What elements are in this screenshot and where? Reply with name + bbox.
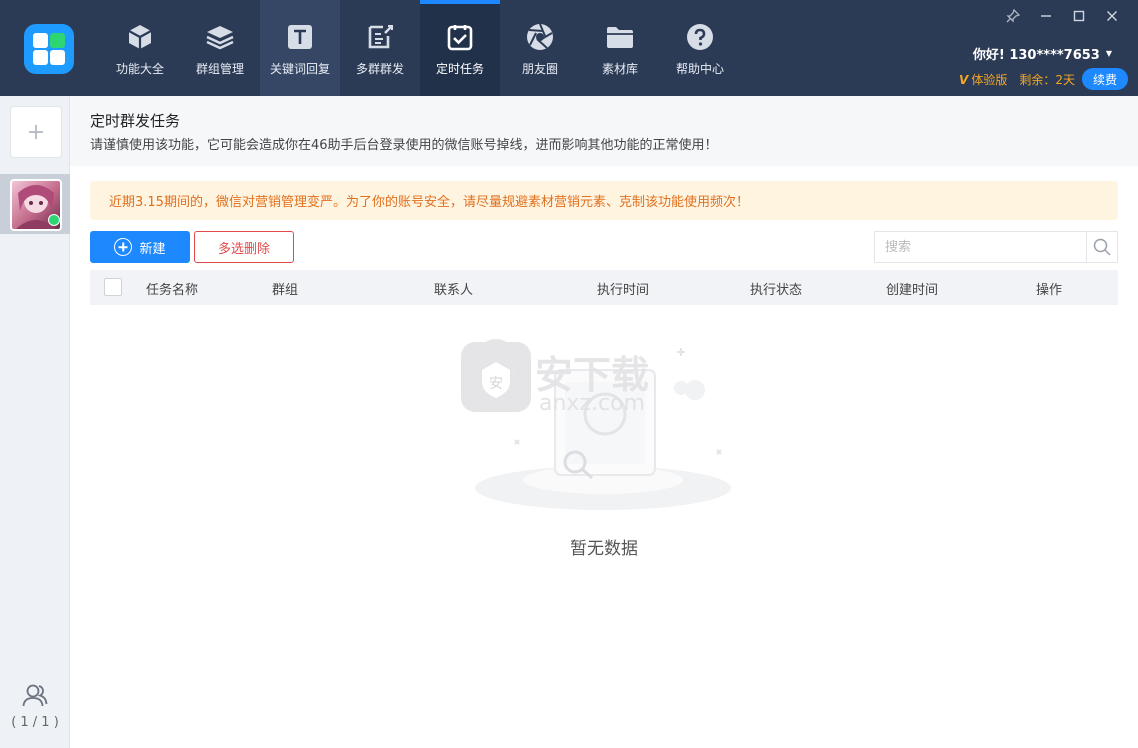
warning-notice: 近期3.15期间的，微信对营销管理变严。为了你的账号安全，请尽量规避素材营销元素… [90, 181, 1118, 220]
user-menu[interactable]: 你好! 130****7653 ▼ [973, 44, 1112, 63]
contacts-icon[interactable] [22, 682, 48, 708]
add-account-button[interactable]: + [10, 106, 62, 158]
edit-doc-icon [365, 22, 395, 52]
svg-text:anxz.com: anxz.com [539, 391, 645, 416]
table-header: 任务名称 群组 联系人 执行时间 执行状态 创建时间 操作 [90, 270, 1118, 305]
account-page-count: ( 1 / 1 ) [11, 715, 59, 730]
plan-info: V 体验版 剩余：2天 续费 [959, 68, 1128, 90]
multi-delete-button[interactable]: 多选删除 [194, 231, 294, 263]
nav-item-moments[interactable]: 朋友圈 [500, 0, 580, 96]
column-header-task-name: 任务名称 [146, 283, 199, 298]
chevron-down-icon: ▼ [1105, 49, 1112, 58]
account-item[interactable] [0, 174, 70, 234]
nav-label: 帮助中心 [675, 62, 724, 76]
nav-item-material-library[interactable]: 素材库 [580, 0, 660, 96]
nav-item-scheduled-tasks[interactable]: 定时任务 [420, 0, 500, 96]
main-nav: 功能大全 群组管理 关键词回复 多群群发 定时任务 朋友圈 素材库 帮助中心 [100, 0, 740, 96]
maximize-icon[interactable] [1062, 6, 1095, 26]
nav-label: 关键词回复 [269, 62, 330, 76]
app-logo [24, 24, 74, 74]
renew-button[interactable]: 续费 [1082, 68, 1128, 90]
nav-item-keyword-reply[interactable]: 关键词回复 [260, 0, 340, 96]
clipboard-check-icon [445, 22, 475, 52]
column-header-exec-time: 执行时间 [597, 283, 650, 298]
nav-label: 群组管理 [195, 62, 244, 76]
search-box [874, 231, 1118, 263]
nav-label: 多群群发 [355, 62, 404, 76]
column-header-contact: 联系人 [434, 283, 474, 298]
vip-v-icon: V [959, 72, 969, 87]
page-header: 定时群发任务 请谨慎使用该功能，它可能会造成你在46助手后台登录使用的微信账号掉… [70, 96, 1138, 166]
layers-icon [205, 22, 235, 52]
pin-icon[interactable] [996, 6, 1029, 26]
top-nav-bar: 功能大全 群组管理 关键词回复 多群群发 定时任务 朋友圈 素材库 帮助中心 你… [0, 0, 1138, 96]
nav-label: 定时任务 [435, 62, 484, 76]
nav-label: 素材库 [601, 62, 638, 76]
column-header-create-time: 创建时间 [886, 283, 939, 298]
new-task-label: 新建 [139, 241, 166, 257]
user-greeting: 你好! 130****7653 [972, 48, 1100, 63]
edition-badge: V 体验版 [959, 72, 1008, 87]
minimize-icon[interactable] [1029, 6, 1062, 26]
nav-label: 功能大全 [115, 62, 164, 76]
empty-state-illustration: 安 安下载 anxz.com [455, 330, 745, 520]
select-all-checkbox[interactable] [104, 278, 122, 296]
aperture-icon [525, 22, 555, 52]
account-sidebar: + ( 1 / 1 ) [0, 96, 70, 748]
plus-circle-icon [114, 238, 133, 256]
cube-icon [125, 22, 155, 52]
page-title: 定时群发任务 [90, 112, 181, 130]
svg-text:安: 安 [489, 376, 503, 392]
nav-item-help-center[interactable]: 帮助中心 [660, 0, 740, 96]
close-icon[interactable] [1095, 6, 1128, 26]
page-description: 请谨慎使用该功能，它可能会造成你在46助手后台登录使用的微信账号掉线，进而影响其… [90, 138, 718, 153]
new-task-button[interactable]: 新建 [90, 231, 190, 263]
nav-item-group-management[interactable]: 群组管理 [180, 0, 260, 96]
online-status-dot [48, 214, 60, 226]
window-controls [996, 6, 1128, 26]
text-t-icon [285, 22, 315, 52]
remaining-days: 剩余：2天 [1019, 72, 1075, 87]
column-header-exec-status: 执行状态 [750, 283, 803, 298]
search-input[interactable] [875, 232, 1087, 262]
folder-icon [605, 22, 635, 52]
column-header-actions: 操作 [1036, 283, 1063, 298]
nav-item-features[interactable]: 功能大全 [100, 0, 180, 96]
column-header-group: 群组 [272, 283, 299, 298]
nav-label: 朋友圈 [521, 62, 558, 76]
help-icon [685, 22, 715, 52]
search-icon[interactable] [1086, 232, 1117, 262]
nav-item-multi-group-send[interactable]: 多群群发 [340, 0, 420, 96]
empty-state-text: 暂无数据 [570, 539, 638, 559]
